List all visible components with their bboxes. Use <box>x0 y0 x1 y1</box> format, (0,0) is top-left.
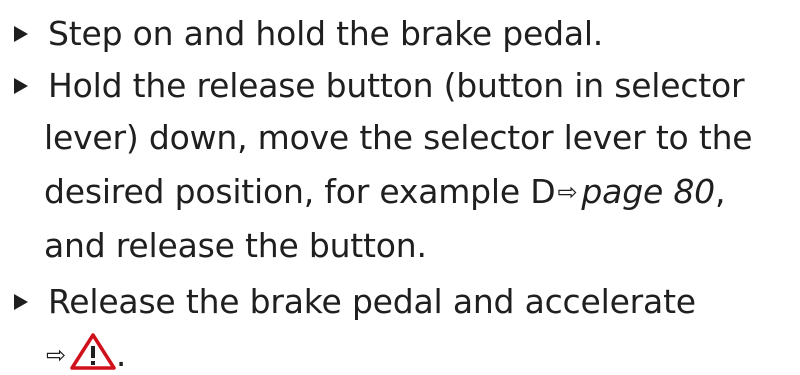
step-2-line-3-text: desired position, for example D <box>44 172 556 211</box>
step-3-line-2-trailing: . <box>115 335 127 374</box>
step-2-line-4: and release the button. <box>44 226 427 265</box>
step-2-line-3: desired position, for example D⇨ page 80, <box>44 172 725 212</box>
bullet-triangle-icon <box>14 294 28 310</box>
step-3-line-2: ⇨. <box>44 332 126 375</box>
cross-reference-arrow-icon: ⇨ <box>46 341 66 369</box>
bullet-triangle-icon <box>14 78 28 94</box>
step-2-line-3-trailing: , <box>714 172 726 211</box>
step-1-line-1: Step on and hold the brake pedal. <box>48 14 604 53</box>
cross-reference-arrow-icon: ⇨ <box>557 178 578 206</box>
step-2-line-2: lever) down, move the selector lever to … <box>44 118 753 157</box>
step-3-line-1: Release the brake pedal and accelerate <box>48 282 696 321</box>
step-2-line-1: Hold the release button (button in selec… <box>48 66 745 105</box>
page-reference-link[interactable]: page 80 <box>581 172 715 211</box>
bullet-triangle-icon <box>14 26 28 42</box>
instruction-document: Step on and hold the brake pedal. Hold t… <box>0 0 800 374</box>
warning-triangle-icon[interactable] <box>70 332 116 370</box>
